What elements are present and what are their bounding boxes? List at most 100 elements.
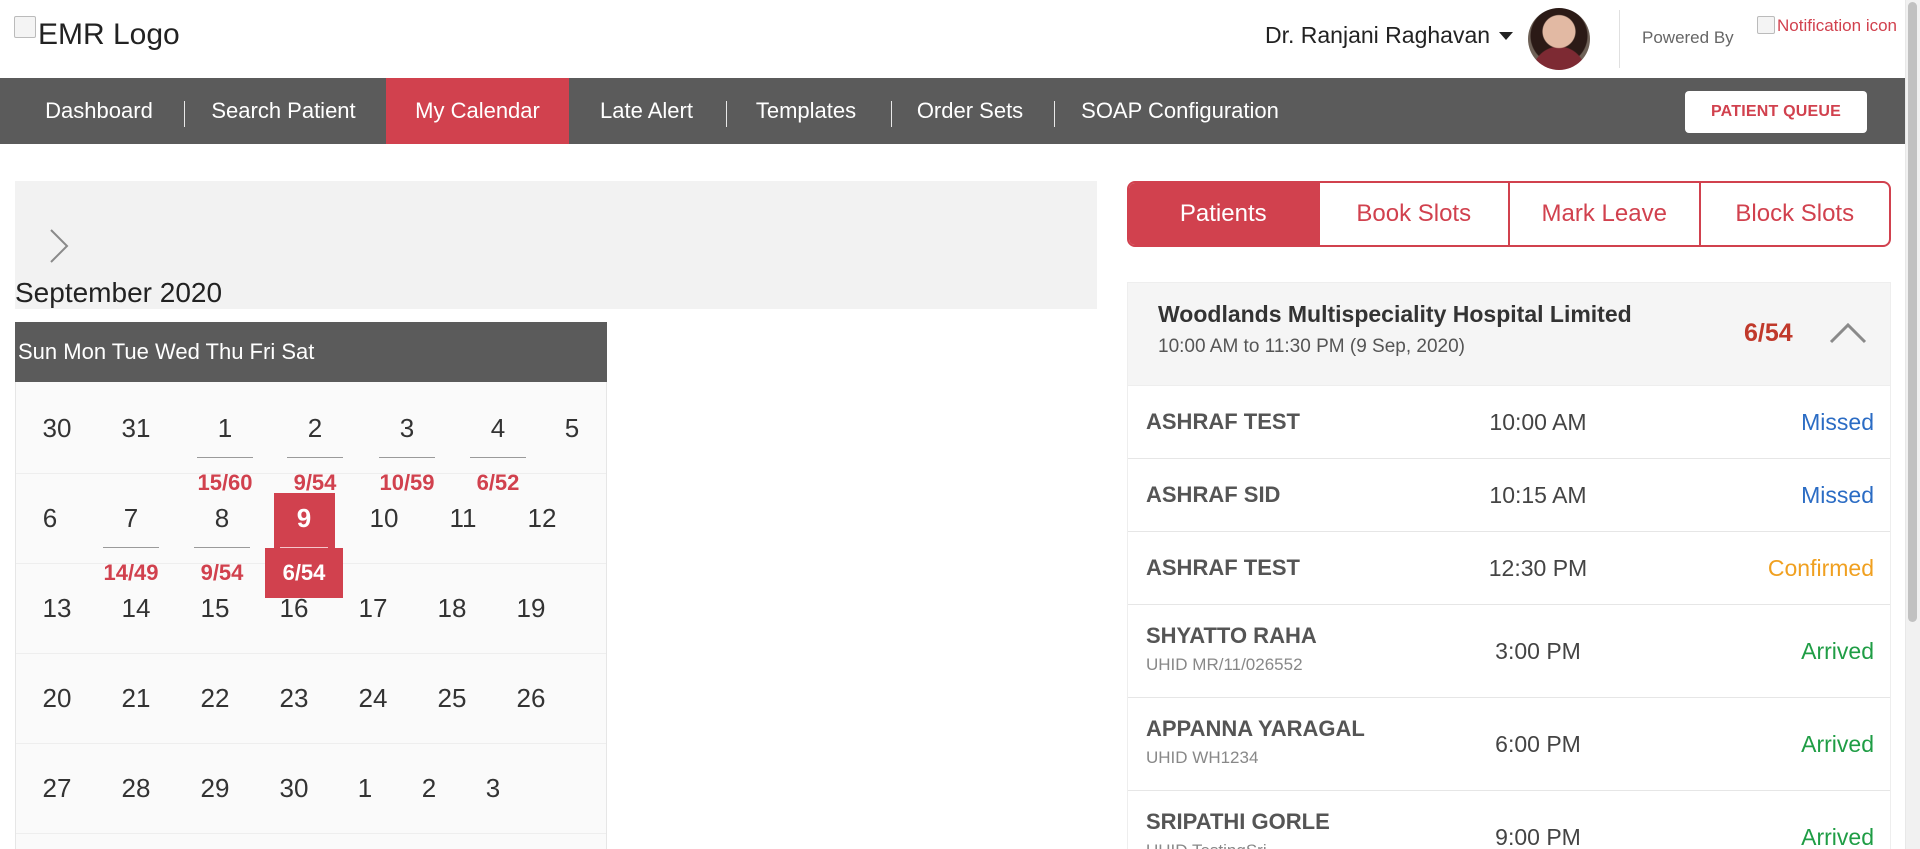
calendar-day[interactable]: 8: [192, 503, 252, 534]
calendar-row-divider: [16, 743, 606, 744]
appointment-count: 6/52: [476, 470, 520, 495]
appointment-status: Arrived: [1801, 731, 1874, 757]
patient-name: SHYATTO RAHA: [1146, 623, 1317, 648]
calendar-day[interactable]: 18: [422, 593, 482, 624]
calendar-day[interactable]: 12: [512, 503, 572, 534]
calendar-day[interactable]: 30: [27, 413, 87, 444]
appointment-count: 14/49: [103, 560, 159, 585]
appointment-row[interactable]: ASHRAF TEST 10:00 AM Missed: [1128, 386, 1890, 459]
tab-book-slots[interactable]: Book Slots: [1317, 183, 1509, 245]
nav-dashboard[interactable]: Dashboard: [25, 78, 173, 144]
appointment-status: Confirmed: [1767, 555, 1874, 581]
calendar-day[interactable]: 11: [433, 503, 493, 534]
chevron-right-icon[interactable]: [45, 226, 73, 266]
nav-separator: [184, 101, 185, 127]
appointment-count: 9/54: [200, 560, 244, 585]
patient-uhid: UHID MR/11/026552: [1146, 655, 1303, 674]
calendar-day[interactable]: 15: [185, 593, 245, 624]
calendar-day[interactable]: 3: [377, 413, 437, 444]
calendar-day[interactable]: 27: [27, 773, 87, 804]
header-divider: [1619, 10, 1620, 68]
appointment-status: Missed: [1801, 482, 1874, 508]
calendar-day[interactable]: 14: [106, 593, 166, 624]
patient-name: ASHRAF TEST: [1146, 555, 1300, 580]
day-underline: [379, 457, 435, 458]
patient-name: ASHRAF SID: [1146, 482, 1281, 507]
calendar-day[interactable]: 25: [422, 683, 482, 714]
calendar-day[interactable]: 28: [106, 773, 166, 804]
hospital-appointment-count: 6/54: [1744, 319, 1793, 347]
calendar-day[interactable]: 29: [185, 773, 245, 804]
calendar-day[interactable]: 16: [264, 593, 324, 624]
calendar-row-divider: [16, 653, 606, 654]
caret-down-icon: [1499, 31, 1514, 40]
nav-templates[interactable]: Templates: [745, 78, 867, 144]
calendar-day[interactable]: 19: [501, 593, 561, 624]
appointment-row[interactable]: APPANNA YARAGAL UHID WH1234 6:00 PM Arri…: [1128, 698, 1890, 791]
chevron-up-icon[interactable]: [1828, 321, 1868, 345]
calendar-day[interactable]: 26: [501, 683, 561, 714]
appointment-count: 15/60: [197, 470, 253, 495]
calendar-day-selected[interactable]: 9: [274, 503, 334, 534]
appointment-row[interactable]: ASHRAF SID 10:15 AM Missed: [1128, 459, 1890, 532]
appointment-list: ASHRAF TEST 10:00 AM Missed ASHRAF SID 1…: [1127, 386, 1891, 849]
powered-by-label: Powered By: [1642, 28, 1734, 47]
patient-queue-button[interactable]: PATIENT QUEUE: [1685, 91, 1867, 133]
calendar-day[interactable]: 17: [343, 593, 403, 624]
notification-icon[interactable]: Notification icon: [1757, 13, 1907, 39]
user-menu-dropdown[interactable]: Dr. Ranjani Raghavan: [1265, 22, 1514, 49]
calendar-day[interactable]: 2: [285, 413, 345, 444]
calendar-day[interactable]: 20: [27, 683, 87, 714]
calendar-day[interactable]: 3: [463, 773, 523, 804]
appointment-row[interactable]: ASHRAF TEST 12:30 PM Confirmed: [1128, 532, 1890, 605]
selected-day-underline: [280, 547, 328, 548]
broken-image-icon: [14, 16, 36, 38]
tab-block-slots[interactable]: Block Slots: [1698, 183, 1890, 245]
appointment-status: Arrived: [1801, 824, 1874, 849]
day-underline: [470, 457, 526, 458]
calendar-day[interactable]: 2: [399, 773, 459, 804]
appointment-row[interactable]: SRIPATHI GORLE UHID TestingSri 9:00 PM A…: [1128, 791, 1890, 849]
calendar-day[interactable]: 6: [20, 503, 80, 534]
calendar-day[interactable]: 24: [343, 683, 403, 714]
hospital-timing: 10:00 AM to 11:30 PM (9 Sep, 2020): [1158, 336, 1466, 357]
appointment-status: Arrived: [1801, 638, 1874, 664]
broken-image-icon: [1757, 16, 1775, 34]
appointment-status: Missed: [1801, 409, 1874, 435]
calendar-day[interactable]: 30: [264, 773, 324, 804]
calendar-day[interactable]: 10: [354, 503, 414, 534]
calendar-day[interactable]: 21: [106, 683, 166, 714]
appointment-time: 12:30 PM: [1488, 555, 1588, 581]
avatar[interactable]: [1528, 8, 1590, 70]
calendar-row-divider: [16, 833, 606, 834]
top-header: EMR Logo Dr. Ranjani Raghavan Powered By…: [0, 0, 1920, 78]
calendar-day[interactable]: 23: [264, 683, 324, 714]
appointment-time: 9:00 PM: [1495, 824, 1581, 849]
nav-search-patient[interactable]: Search Patient: [196, 78, 371, 144]
calendar-day[interactable]: 5: [542, 413, 602, 444]
day-underline: [287, 457, 343, 458]
calendar-day[interactable]: 31: [106, 413, 166, 444]
nav-late-alert[interactable]: Late Alert: [588, 78, 705, 144]
main-nav: Dashboard Search Patient My Calendar Lat…: [0, 78, 1905, 144]
calendar-day[interactable]: 1: [195, 413, 255, 444]
calendar-day[interactable]: 1: [335, 773, 395, 804]
appointment-count: 10/59: [379, 470, 435, 495]
emr-logo[interactable]: EMR Logo: [14, 16, 180, 52]
calendar-day[interactable]: 13: [27, 593, 87, 624]
appointment-time: 3:00 PM: [1495, 638, 1581, 664]
calendar-day[interactable]: 4: [468, 413, 528, 444]
calendar-day[interactable]: 7: [101, 503, 161, 534]
nav-soap-configuration[interactable]: SOAP Configuration: [1075, 78, 1285, 144]
patient-name: SRIPATHI GORLE: [1146, 809, 1330, 834]
patient-uhid: UHID TestingSri: [1146, 841, 1267, 849]
calendar-weekday-header: Sun Mon Tue Wed Thu Fri Sat: [15, 322, 607, 382]
tab-patients[interactable]: Patients: [1129, 183, 1318, 245]
hospital-schedule-header[interactable]: Woodlands Multispeciality Hospital Limit…: [1127, 282, 1891, 386]
nav-order-sets[interactable]: Order Sets: [908, 78, 1032, 144]
tab-mark-leave[interactable]: Mark Leave: [1508, 183, 1699, 245]
nav-my-calendar[interactable]: My Calendar: [386, 78, 569, 144]
appointment-row[interactable]: SHYATTO RAHA UHID MR/11/026552 3:00 PM A…: [1128, 605, 1890, 698]
calendar-day[interactable]: 22: [185, 683, 245, 714]
page-scrollbar-thumb[interactable]: [1908, 2, 1917, 622]
